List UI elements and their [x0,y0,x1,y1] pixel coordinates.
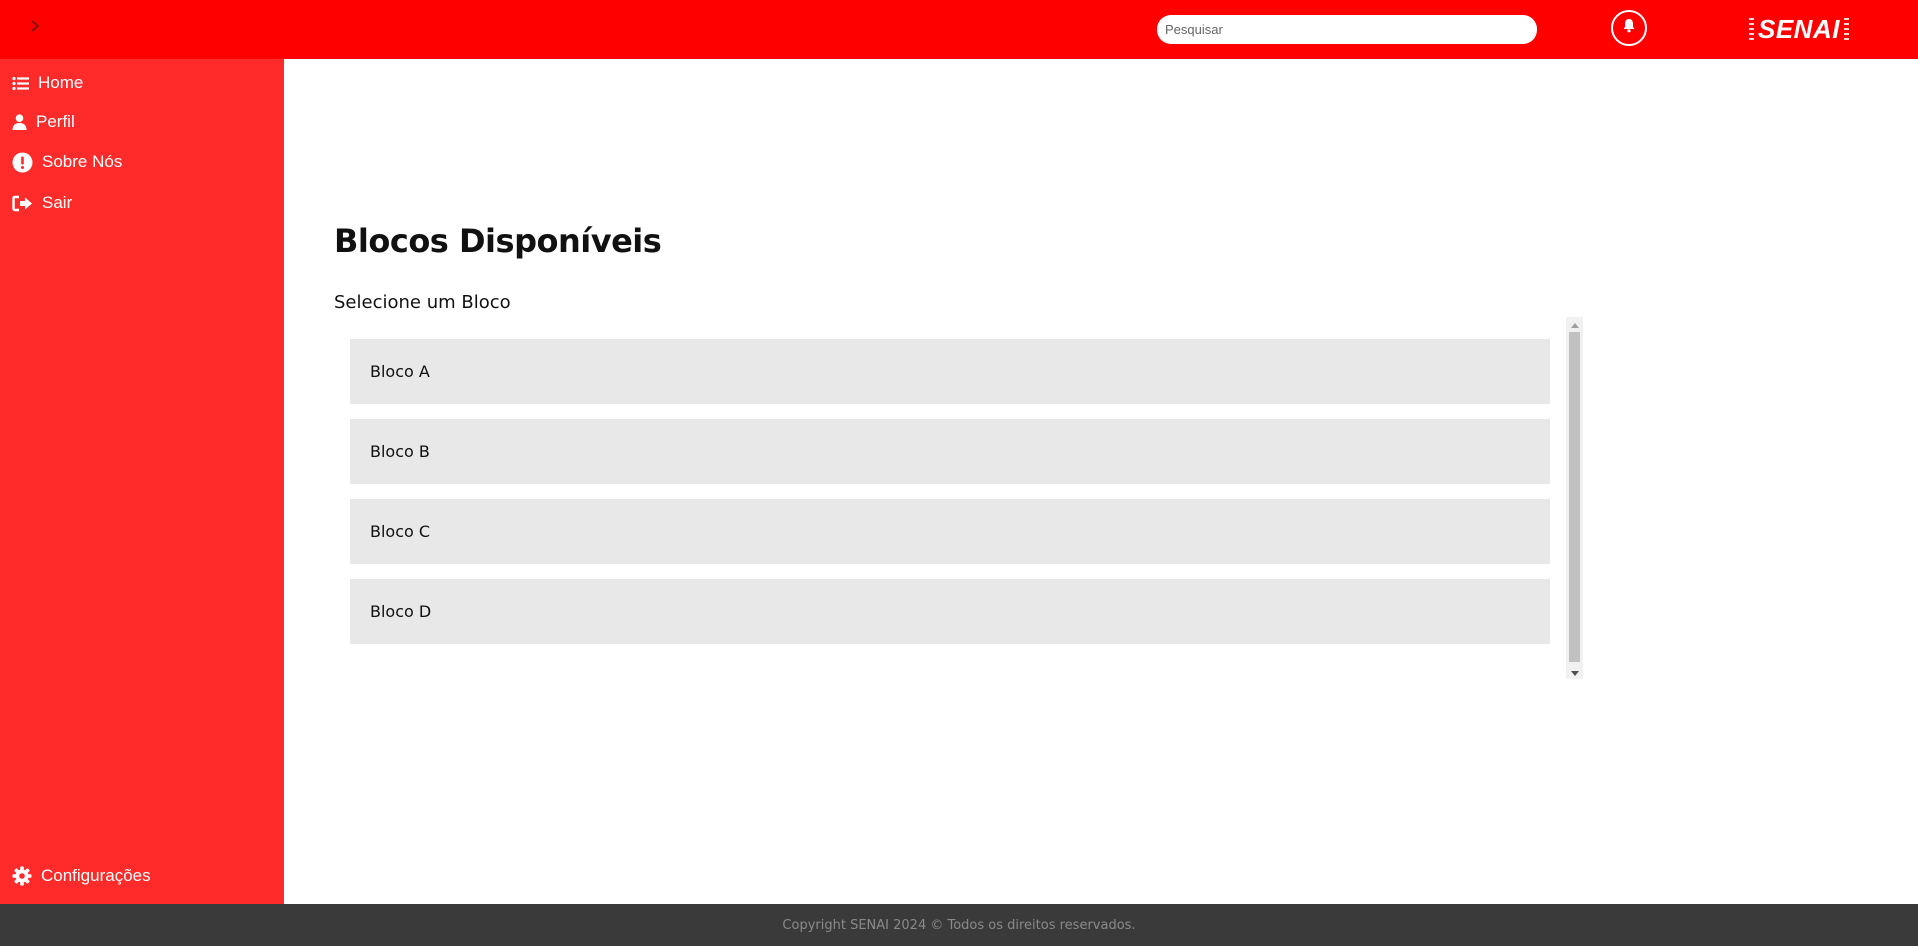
sidebar: Home Perfil Sobre Nós Sair Configurações [0,59,284,904]
logo-stripes-right [1843,18,1849,40]
search-input[interactable] [1157,15,1537,44]
scroll-thumb[interactable] [1569,332,1580,662]
user-icon [12,114,27,130]
block-item-label: Bloco B [370,442,430,461]
page-subtitle: Selecione um Bloco [334,292,511,313]
main-content: Blocos Disponíveis Selecione um Bloco Bl… [284,59,1918,904]
scroll-up-button[interactable] [1566,317,1583,331]
sidebar-item-configuracoes[interactable]: Configurações [12,863,151,889]
exclamation-circle-icon [12,152,33,173]
chevron-right-icon [30,19,40,37]
sidebar-toggle-button[interactable] [24,16,46,40]
copyright-text: Copyright SENAI 2024 © Todos os direitos… [782,917,1136,933]
block-list-scrollbar[interactable] [1566,317,1583,679]
notification-button[interactable] [1611,10,1647,46]
scroll-down-button[interactable] [1566,665,1583,679]
sidebar-item-label: Sair [42,193,73,212]
block-item-a[interactable]: Bloco A [350,339,1550,404]
sidebar-item-label: Configurações [41,866,151,885]
sidebar-item-home[interactable]: Home [12,70,83,96]
sidebar-item-sobre-nos[interactable]: Sobre Nós [12,149,122,175]
list-icon [12,76,29,91]
gear-icon [12,866,32,886]
sidebar-item-label: Home [38,73,84,92]
senai-logo: SENAI [1749,14,1849,44]
caret-up-icon [1570,315,1579,333]
block-item-label: Bloco C [370,522,431,541]
footer: Copyright SENAI 2024 © Todos os direitos… [0,904,1918,946]
logo-stripes-left [1749,18,1754,40]
block-item-b[interactable]: Bloco B [350,419,1550,484]
caret-down-icon [1570,663,1579,681]
top-bar: SENAI [0,0,1918,59]
logo-text: SENAI [1758,14,1840,44]
sidebar-item-sair[interactable]: Sair [12,190,72,216]
block-item-d[interactable]: Bloco D [350,579,1550,644]
bell-icon [1622,18,1636,38]
sidebar-item-perfil[interactable]: Perfil [12,109,75,135]
block-list: Bloco A Bloco B Bloco C Bloco D [350,317,1650,679]
sign-out-icon [12,195,33,212]
page-title: Blocos Disponíveis [334,222,662,260]
sidebar-item-label: Perfil [36,112,75,131]
block-item-label: Bloco A [370,362,430,381]
block-item-c[interactable]: Bloco C [350,499,1550,564]
block-item-label: Bloco D [370,602,432,621]
sidebar-item-label: Sobre Nós [42,152,123,171]
